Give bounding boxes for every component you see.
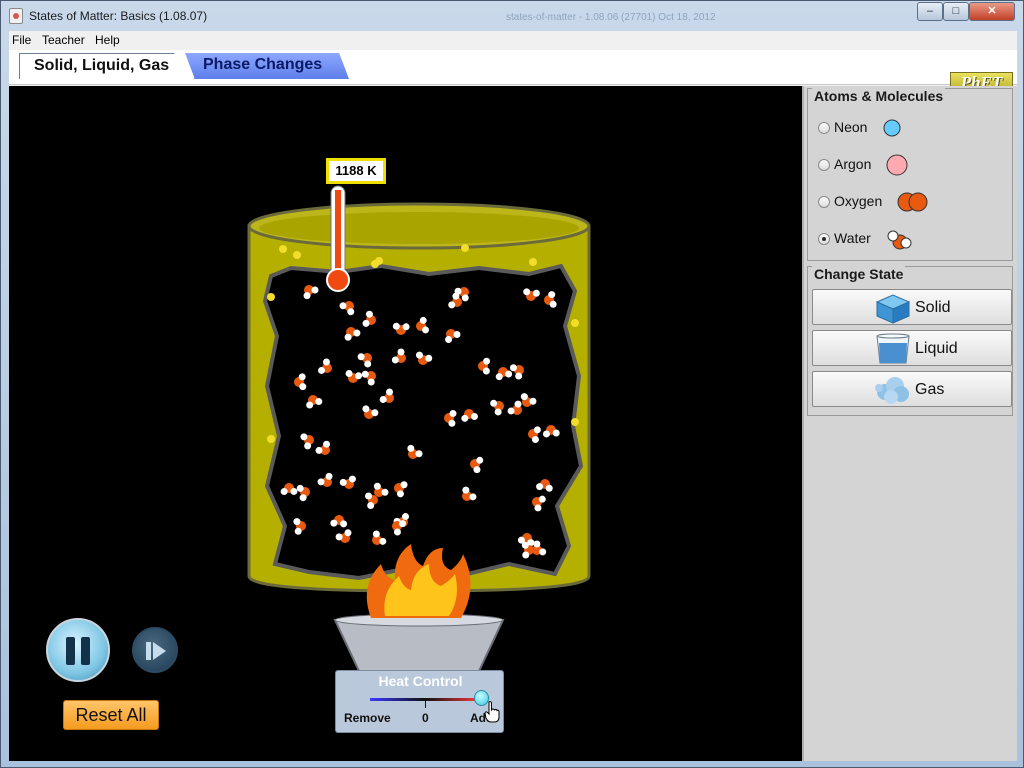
edge-atom <box>571 319 579 327</box>
control-panel: Atoms & Molecules Neon Argon Oxygen Wate… <box>802 86 1017 761</box>
gas-button[interactable]: Gas <box>812 371 1012 407</box>
container-scene <box>247 185 591 672</box>
thermometer-bulb <box>326 268 350 292</box>
java-app-icon <box>9 8 23 24</box>
edge-atom <box>267 435 275 443</box>
burner-bowl <box>333 619 505 672</box>
gas-cloud-icon <box>875 377 909 404</box>
thermometer-mercury <box>335 190 341 276</box>
argon-atom-icon <box>886 154 908 176</box>
change-state-title: Change State <box>812 266 906 282</box>
change-state-group: Change State Solid Liquid Gas <box>807 266 1013 416</box>
gas-button-label: Gas <box>915 381 945 398</box>
radio-argon-label: Argon <box>834 156 872 172</box>
tab-phase-changes[interactable]: Phase Changes <box>185 53 349 79</box>
neon-atom-icon <box>883 119 901 137</box>
atoms-molecules-title: Atoms & Molecules <box>812 88 946 104</box>
edge-atom <box>267 293 275 301</box>
liquid-button[interactable]: Liquid <box>812 330 1012 366</box>
menu-file[interactable]: File <box>12 33 31 47</box>
tab-bar: Phase Changes Solid, Liquid, Gas PhET <box>9 50 1017 103</box>
edge-atom <box>371 260 379 268</box>
step-forward-button[interactable] <box>132 627 178 673</box>
radio-neon-button[interactable] <box>818 122 830 134</box>
radio-oxygen-button[interactable] <box>818 196 830 208</box>
title-bar: States of Matter: Basics (1.08.07) state… <box>1 1 1023 31</box>
pause-button[interactable] <box>46 618 110 682</box>
tab-solid-liquid-gas[interactable]: Solid, Liquid, Gas <box>19 53 195 79</box>
atoms-molecules-group: Atoms & Molecules Neon Argon Oxygen Wate… <box>807 88 1013 261</box>
radio-neon-label: Neon <box>834 119 868 135</box>
container-opening <box>259 212 579 244</box>
heat-slider-zero-tick <box>425 700 426 708</box>
simulation-canvas: 1188 K Heat Control Remove 0 Add Reset A… <box>9 86 802 761</box>
maximize-button[interactable]: □ <box>943 2 969 21</box>
app-window: States of Matter: Basics (1.08.07) state… <box>0 0 1024 768</box>
background-window-title: states-of-matter - 1.08.06 (27701) Oct 1… <box>506 12 716 23</box>
edge-atom <box>293 251 301 259</box>
container-interior <box>262 263 584 581</box>
oxygen-molecule-icon <box>897 192 928 212</box>
window-title: States of Matter: Basics (1.08.07) <box>29 9 208 23</box>
heat-control-title: Heat Control <box>378 673 463 689</box>
hand-pointer-icon <box>484 701 500 723</box>
heat-zero-label: 0 <box>422 711 429 725</box>
menu-bar: File Teacher Help <box>9 31 1017 50</box>
radio-oxygen-label: Oxygen <box>834 193 883 209</box>
water-molecule-icon <box>887 230 912 250</box>
water-cup-icon <box>876 333 910 364</box>
solid-button-label: Solid <box>915 299 951 316</box>
step-play-icon <box>153 642 166 660</box>
close-button[interactable]: ✕ <box>969 2 1015 21</box>
ice-cube-icon <box>875 294 911 324</box>
solid-button[interactable]: Solid <box>812 289 1012 325</box>
client-area: File Teacher Help Phase Changes Solid, L… <box>9 31 1017 761</box>
edge-atom <box>279 245 287 253</box>
temperature-readout: 1188 K <box>326 158 386 184</box>
menu-teacher[interactable]: Teacher <box>42 33 85 47</box>
edge-atom <box>529 258 537 266</box>
minimize-button[interactable]: – <box>917 2 943 21</box>
reset-all-button[interactable]: Reset All <box>63 700 159 730</box>
radio-water-label: Water <box>834 230 871 246</box>
edge-atom <box>461 244 469 252</box>
radio-argon-button[interactable] <box>818 159 830 171</box>
liquid-button-label: Liquid <box>915 340 958 357</box>
step-bar-icon <box>146 642 151 660</box>
menu-help[interactable]: Help <box>95 33 120 47</box>
edge-atom <box>571 418 579 426</box>
heat-remove-label: Remove <box>344 711 391 725</box>
heat-control-panel: Heat Control Remove 0 Add <box>335 670 504 733</box>
radio-water-button[interactable] <box>818 233 830 245</box>
